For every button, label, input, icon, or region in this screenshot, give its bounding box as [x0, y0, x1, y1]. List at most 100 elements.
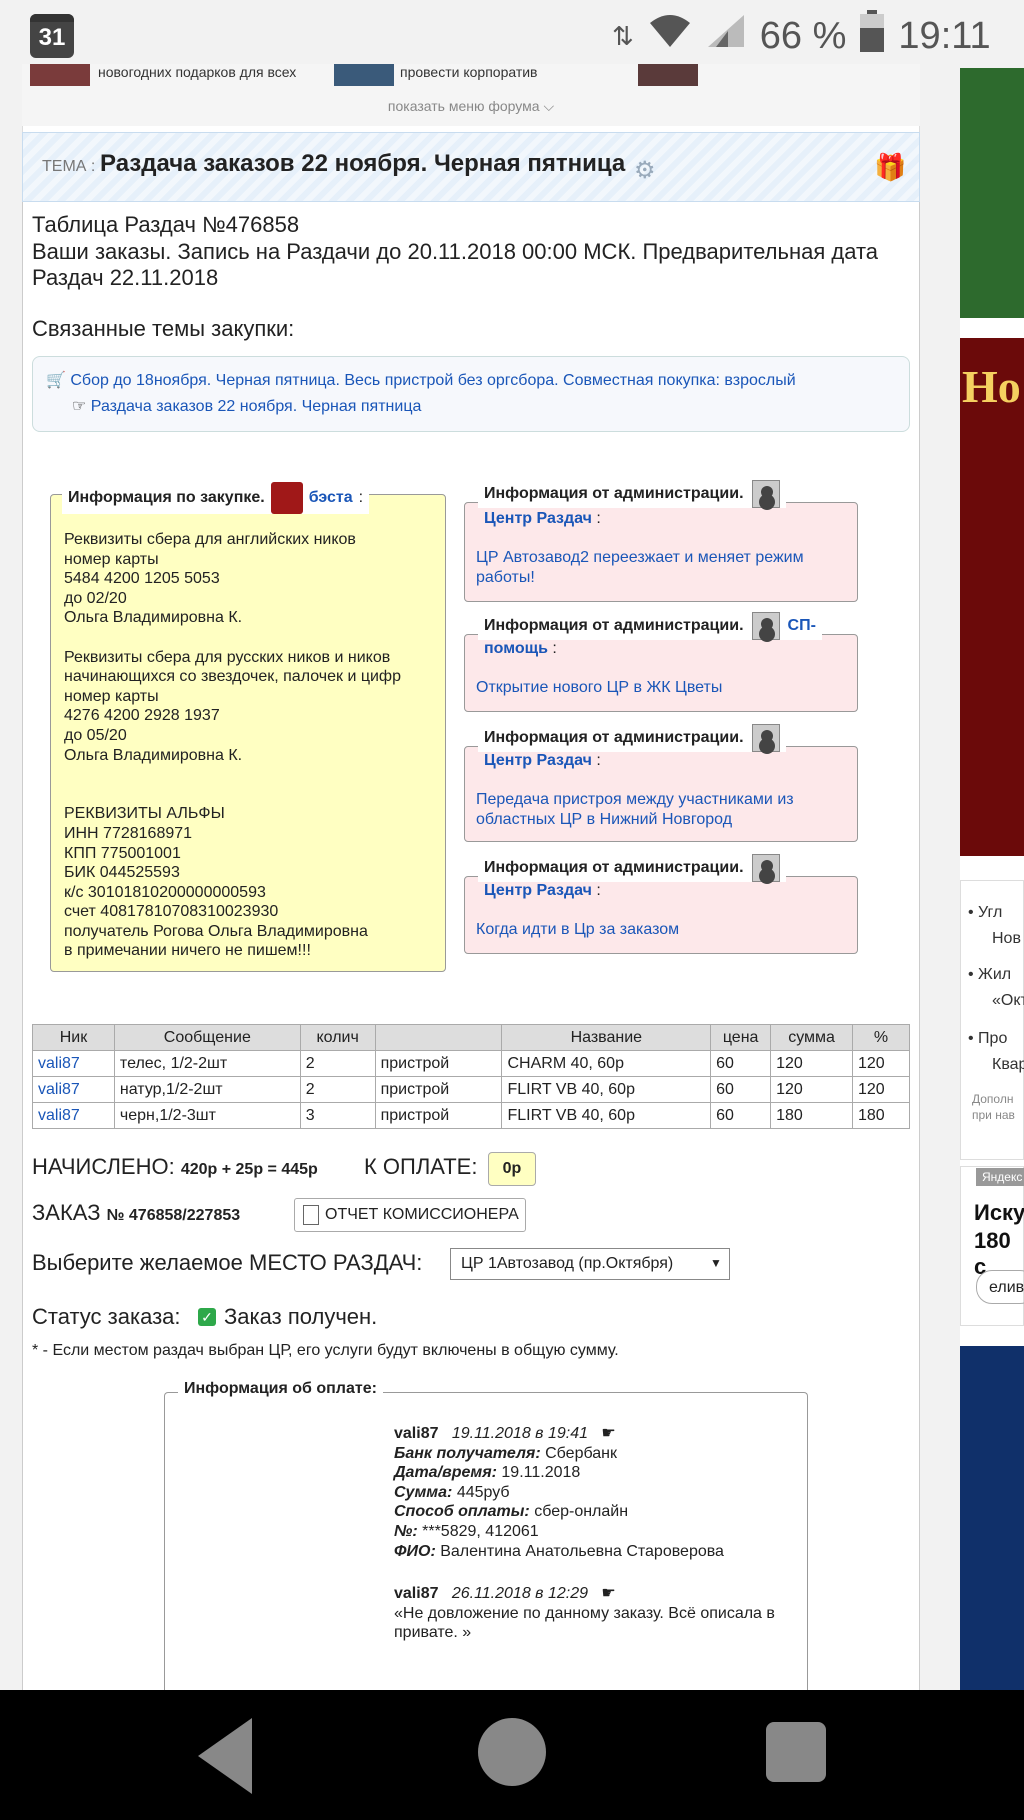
- related-topic-2-link[interactable]: Раздача заказов 22 ноября. Черная пятниц…: [91, 398, 422, 415]
- related-topic-1-link[interactable]: Сбор до 18ноября. Черная пятница. Весь п…: [70, 372, 795, 389]
- dropdown-arrow-icon: ▼: [710, 1256, 722, 1270]
- row-sum: 120: [770, 1076, 853, 1103]
- admin-notice-3-label: Информация от администрации.: [484, 729, 744, 746]
- payment-date: 19.11.2018 в 19:41: [451, 1425, 588, 1442]
- forum-menu-label: показать меню форума: [387, 98, 540, 114]
- admin-notice-1-body[interactable]: ЦР Автозавод2 переезжает и меняет режим …: [476, 548, 850, 588]
- sidebar-ad-1[interactable]: [960, 68, 1024, 318]
- order: ЗАКАЗ № 476858/227853: [32, 1200, 240, 1226]
- col-message: Сообщение: [113, 1024, 301, 1051]
- author-avatar[interactable]: [270, 482, 303, 514]
- admin-notice-2-sender-a[interactable]: СП-: [788, 617, 816, 635]
- data-arrows-icon: ⇅: [612, 20, 634, 51]
- topic-title: Раздача заказов 22 ноября. Черная пятниц…: [100, 150, 626, 177]
- forum-link-1[interactable]: новогодних подарков для всех: [98, 64, 296, 80]
- payment-comment: «Не довложение по данному заказу. Всё оп…: [394, 1604, 775, 1642]
- col-percent: %: [852, 1024, 910, 1051]
- bank-label: Банк получателя:: [394, 1444, 541, 1462]
- order-number: № 476858/227853: [106, 1207, 241, 1224]
- sidebar-news-2-text: Жил: [978, 966, 1012, 983]
- home-icon[interactable]: [478, 1718, 546, 1786]
- row-type: пристрой: [374, 1050, 503, 1077]
- battery-percent: 66 %: [759, 14, 847, 57]
- back-icon[interactable]: [198, 1718, 252, 1794]
- sum-label: Сумма:: [394, 1483, 453, 1501]
- admin-notice-2-body[interactable]: Открытие нового ЦР в ЖК Цветы: [476, 678, 850, 698]
- payment-info-legend: Информация об оплате:: [178, 1380, 383, 1398]
- admin-notice-1-sender[interactable]: Центр Раздач :: [484, 510, 601, 528]
- related-topics: [32, 356, 910, 432]
- forum-thumb-2[interactable]: [334, 64, 394, 86]
- sidebar-news-3b[interactable]: Квар: [992, 1056, 1024, 1074]
- col-nick: Ник: [32, 1024, 115, 1051]
- sidebar-small-1: Дополн: [972, 1092, 1014, 1106]
- payment-date: 26.11.2018 в 12:29: [451, 1585, 588, 1602]
- yandex-badge: Яндекс: [976, 1168, 1024, 1186]
- row-percent: 180: [852, 1102, 910, 1129]
- admin-notice-2-sender[interactable]: помощь :: [484, 640, 557, 658]
- recent-apps-icon[interactable]: [766, 1722, 826, 1782]
- accrued: НАЧИСЛЕНО: 420р + 25р = 445р: [32, 1154, 318, 1180]
- admin-notice-2-label: Информация от администрации.: [484, 617, 744, 634]
- sidebar-news-2b[interactable]: «Окт: [992, 992, 1024, 1010]
- row-nick-link[interactable]: vali87: [32, 1076, 115, 1103]
- admin-avatar-icon: [751, 612, 780, 640]
- admin-notice-3-body[interactable]: Передача пристроя между участниками из о…: [476, 790, 850, 830]
- sidebar-ad-2[interactable]: [960, 338, 1024, 856]
- author-link[interactable]: бэста: [309, 489, 353, 507]
- admin-notice-4-sender[interactable]: Центр Раздач :: [484, 882, 601, 900]
- status-indicators: ⇅ 66 % 19:11: [612, 10, 991, 60]
- forum-thumb-1[interactable]: [30, 64, 90, 86]
- row-price: 60: [710, 1076, 772, 1103]
- row-qty: 2: [299, 1050, 376, 1077]
- sidebar-news-1[interactable]: • Угл: [968, 904, 1002, 922]
- method-value: сбер-онлайн: [534, 1503, 629, 1521]
- row-nick-link[interactable]: vali87: [32, 1102, 115, 1129]
- document-icon: [303, 1205, 319, 1225]
- yandex-ad-button[interactable]: елив: [976, 1270, 1024, 1304]
- payment-entry-2: vali87 26.11.2018 в 12:29 ☛ «Не довложен…: [394, 1584, 794, 1643]
- table-subtitle: Ваши заказы. Запись на Раздачи до 20.11.…: [32, 239, 879, 290]
- forum-thumb-3[interactable]: [638, 64, 698, 86]
- sidebar-news-3[interactable]: • Про: [968, 1030, 1007, 1048]
- forum-menu-toggle[interactable]: показать меню форума ⌵: [22, 98, 920, 124]
- bank-value: Сбербанк: [545, 1444, 617, 1462]
- place-select[interactable]: ЦР 1Автозавод (пр.Октября): [450, 1248, 730, 1280]
- admin-notice-3-sender-text: Центр Раздач: [484, 752, 592, 769]
- sidebar-news-2[interactable]: • Жил: [968, 966, 1011, 984]
- admin-notice-4-body[interactable]: Когда идти в Цр за заказом: [476, 920, 850, 940]
- status-value: Заказ получен.: [224, 1304, 378, 1329]
- col-name: Название: [501, 1024, 712, 1051]
- calendar-icon: 31: [30, 14, 74, 58]
- row-percent: 120: [852, 1076, 910, 1103]
- related-topic-1[interactable]: 🛒 Сбор до 18ноября. Черная пятница. Весь…: [46, 370, 796, 390]
- purchase-info-text: Реквизиты сбера для английских ников ном…: [64, 531, 401, 960]
- admin-notice-1-legend: Информация от администрации.: [478, 480, 786, 508]
- table-row: vali87 телес, 1/2-2шт 2 пристрой CHARM 4…: [32, 1050, 910, 1077]
- col-price: цена: [710, 1024, 772, 1051]
- related-heading: Связанные темы закупки:: [32, 316, 295, 341]
- admin-avatar-icon: [751, 480, 780, 508]
- row-nick-link[interactable]: vali87: [32, 1050, 115, 1077]
- admin-notice-3-sender[interactable]: Центр Раздач :: [484, 752, 601, 770]
- pointing-hand-icon[interactable]: ☛: [601, 1585, 615, 1602]
- row-sum: 180: [770, 1102, 853, 1129]
- yandex-ad-title: Иску: [974, 1200, 1024, 1225]
- related-topic-2[interactable]: ☞ Раздача заказов 22 ноября. Черная пятн…: [72, 396, 421, 416]
- sidebar-news-3-text: Про: [978, 1030, 1008, 1047]
- gift-icon[interactable]: 🎁: [874, 152, 906, 183]
- order-label: ЗАКАЗ: [32, 1200, 101, 1225]
- payment-entry-1: vali87 19.11.2018 в 19:41 ☛ Банк получат…: [394, 1424, 794, 1561]
- wifi-icon: [648, 13, 692, 59]
- col-sum: сумма: [770, 1024, 853, 1051]
- fio-value: Валентина Анатольевна Староверова: [440, 1542, 724, 1560]
- row-qty: 3: [299, 1102, 376, 1129]
- gear-icon[interactable]: ⚙: [634, 156, 656, 185]
- forum-link-2[interactable]: провести корпоратив: [400, 64, 538, 80]
- sidebar-ad-3[interactable]: [960, 1346, 1024, 1690]
- sidebar-news-1b[interactable]: Нов: [992, 930, 1021, 948]
- chevron-down-icon: ⌵: [543, 98, 555, 114]
- commission-report-button[interactable]: ОТЧЕТ КОМИССИОНЕРА: [294, 1198, 526, 1232]
- clock: 19:11: [898, 14, 991, 57]
- pointing-hand-icon[interactable]: ☛: [601, 1425, 615, 1442]
